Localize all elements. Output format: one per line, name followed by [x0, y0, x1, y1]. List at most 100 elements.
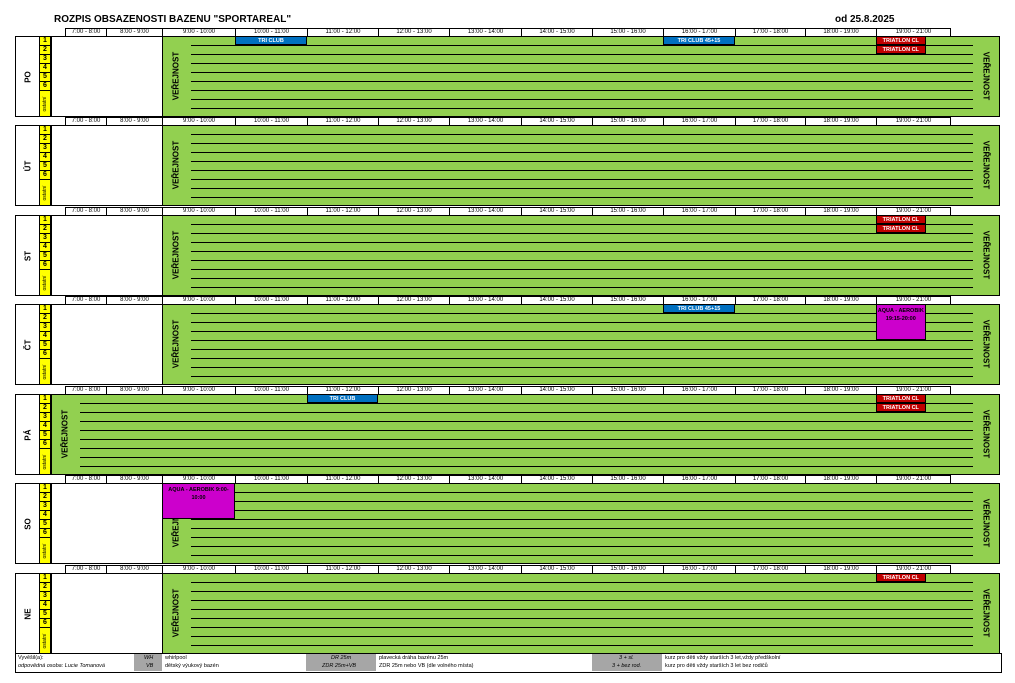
lane-number[interactable]: 5 [39, 251, 51, 260]
lane-line[interactable] [191, 143, 973, 144]
hour-header[interactable]: 7:00 - 8:00 8:00 - 9:00 9:00 - 10:00 10:00 … [65, 28, 1015, 37]
booking-blue[interactable]: TRI CLUB 45+15 [663, 36, 735, 45]
lane-number[interactable]: 3 [39, 143, 51, 152]
lane-column[interactable]: 1 2 3 4 5 6 ostatní [39, 304, 51, 385]
lane-line[interactable] [191, 54, 973, 55]
lane-line[interactable] [191, 72, 973, 73]
lane-line[interactable] [191, 367, 973, 368]
lane-column[interactable]: 1 2 3 4 5 6 ostatní [39, 215, 51, 296]
lane-line[interactable] [191, 600, 973, 601]
day-name-cell[interactable]: PO [15, 36, 40, 117]
booking-red[interactable]: TRIATLON CL [876, 45, 926, 54]
lane-number[interactable]: 1 [39, 125, 51, 134]
lane-line[interactable] [191, 376, 973, 377]
other-label-cell[interactable]: ostatní [39, 627, 51, 654]
lane-line[interactable] [80, 439, 973, 440]
lane-line[interactable] [191, 582, 973, 583]
lane-line[interactable] [191, 108, 973, 109]
lane-line[interactable] [191, 492, 973, 493]
lane-line[interactable] [191, 627, 973, 628]
lane-number[interactable]: 2 [39, 224, 51, 233]
lane-number[interactable]: 2 [39, 313, 51, 322]
day-body[interactable]: ÚT 1 2 3 4 5 6 ostatní VEŘEJNOST VEŘEJNOST [15, 125, 1000, 206]
booking-mag[interactable]: AQUA - AEROBIK 19:15-20:00 [876, 304, 926, 340]
lane-line[interactable] [191, 197, 973, 198]
lane-line[interactable] [191, 233, 973, 234]
public-label-left[interactable]: VEŘEJNOST [61, 410, 70, 458]
day-block[interactable]: 7:00 - 8:00 8:00 - 9:00 9:00 - 10:00 10:00 … [15, 565, 1000, 654]
lane-line[interactable] [191, 278, 973, 279]
lane-number[interactable]: 5 [39, 72, 51, 81]
other-label-cell[interactable]: ostatní [39, 269, 51, 296]
day-block[interactable]: 7:00 - 8:00 8:00 - 9:00 9:00 - 10:00 10:00 … [15, 296, 1000, 385]
day-body[interactable]: SO 1 2 3 4 5 6 ostatní VEŘEJNOST VEŘEJNOST AQUA - … [15, 483, 1000, 564]
lane-line[interactable] [191, 152, 973, 153]
lane-line[interactable] [191, 322, 973, 323]
free-slot-area[interactable] [51, 36, 163, 117]
public-swimming-area[interactable] [162, 483, 1000, 564]
hour-header[interactable]: 7:00 - 8:00 8:00 - 9:00 9:00 - 10:00 10:00 … [65, 296, 1015, 305]
day-body[interactable]: ST 1 2 3 4 5 6 ostatní VEŘEJNOST VEŘEJNOST TRIATLO… [15, 215, 1000, 296]
day-block[interactable]: 7:00 - 8:00 8:00 - 9:00 9:00 - 10:00 10:00 … [15, 117, 1000, 206]
booking-red[interactable]: TRIATLON CL [876, 394, 926, 403]
lane-line[interactable] [80, 448, 973, 449]
lane-number[interactable]: 6 [39, 528, 51, 537]
lane-line[interactable] [191, 45, 973, 46]
lane-number[interactable]: 4 [39, 510, 51, 519]
lane-line[interactable] [191, 99, 973, 100]
booking-red[interactable]: TRIATLON CL [876, 403, 926, 412]
lane-number[interactable]: 3 [39, 322, 51, 331]
lane-number[interactable]: 4 [39, 421, 51, 430]
lane-line[interactable] [191, 179, 973, 180]
other-label[interactable]: ostatní [42, 96, 48, 111]
other-label[interactable]: ostatní [42, 633, 48, 648]
day-name[interactable]: PÁ [23, 429, 32, 440]
hour-header[interactable]: 7:00 - 8:00 8:00 - 9:00 9:00 - 10:00 10:00 … [65, 207, 1015, 216]
public-swimming-area[interactable] [162, 573, 1000, 654]
public-label-right[interactable]: VEŘEJNOST [982, 52, 991, 100]
public-label-left[interactable]: VEŘEJNOST [172, 141, 181, 189]
lane-number[interactable]: 2 [39, 582, 51, 591]
lane-column[interactable]: 1 2 3 4 5 6 ostatní [39, 394, 51, 475]
public-swimming-area[interactable] [162, 215, 1000, 296]
other-label-cell[interactable]: ostatní [39, 179, 51, 206]
day-body[interactable]: ČT 1 2 3 4 5 6 ostatní VEŘEJNOST VEŘEJNOST TRI CLU… [15, 304, 1000, 385]
lane-number[interactable]: 5 [39, 161, 51, 170]
lane-line[interactable] [191, 501, 973, 502]
day-name[interactable]: ČT [23, 339, 32, 350]
public-label-right[interactable]: VEŘEJNOST [982, 231, 991, 279]
lane-line[interactable] [191, 519, 973, 520]
lane-line[interactable] [191, 591, 973, 592]
public-label-left[interactable]: VEŘEJNOST [172, 231, 181, 279]
lane-number[interactable]: 5 [39, 340, 51, 349]
lane-line[interactable] [191, 269, 973, 270]
day-name[interactable]: SO [23, 518, 32, 530]
lane-line[interactable] [191, 510, 973, 511]
lane-line[interactable] [191, 188, 973, 189]
public-label-right[interactable]: VEŘEJNOST [982, 410, 991, 458]
booking-red[interactable]: TRIATLON CL [876, 573, 926, 582]
hour-header[interactable]: 7:00 - 8:00 8:00 - 9:00 9:00 - 10:00 10:00 … [65, 386, 1015, 395]
day-block[interactable]: 7:00 - 8:00 8:00 - 9:00 9:00 - 10:00 10:00 … [15, 386, 1000, 475]
lane-number[interactable]: 2 [39, 403, 51, 412]
public-swimming-area[interactable] [162, 304, 1000, 385]
lane-line[interactable] [80, 466, 973, 467]
lane-line[interactable] [191, 636, 973, 637]
lane-number[interactable]: 4 [39, 242, 51, 251]
public-swimming-area[interactable] [51, 394, 1000, 475]
other-label[interactable]: ostatní [42, 454, 48, 469]
day-block[interactable]: 7:00 - 8:00 8:00 - 9:00 9:00 - 10:00 10:00 … [15, 28, 1000, 117]
lane-line[interactable] [191, 90, 973, 91]
other-label[interactable]: ostatní [42, 364, 48, 379]
lane-number[interactable]: 1 [39, 394, 51, 403]
public-swimming-area[interactable] [162, 125, 1000, 206]
other-label-cell[interactable]: ostatní [39, 90, 51, 117]
other-label-cell[interactable]: ostatní [39, 448, 51, 475]
lane-line[interactable] [191, 63, 973, 64]
booking-red[interactable]: TRIATLON CL [876, 224, 926, 233]
lane-number[interactable]: 3 [39, 501, 51, 510]
other-label[interactable]: ostatní [42, 543, 48, 558]
lane-line[interactable] [191, 618, 973, 619]
public-label-right[interactable]: VEŘEJNOST [982, 141, 991, 189]
day-body[interactable]: PO 1 2 3 4 5 6 ostatní VEŘEJNOST VEŘEJNOST TRI CLU… [15, 36, 1000, 117]
